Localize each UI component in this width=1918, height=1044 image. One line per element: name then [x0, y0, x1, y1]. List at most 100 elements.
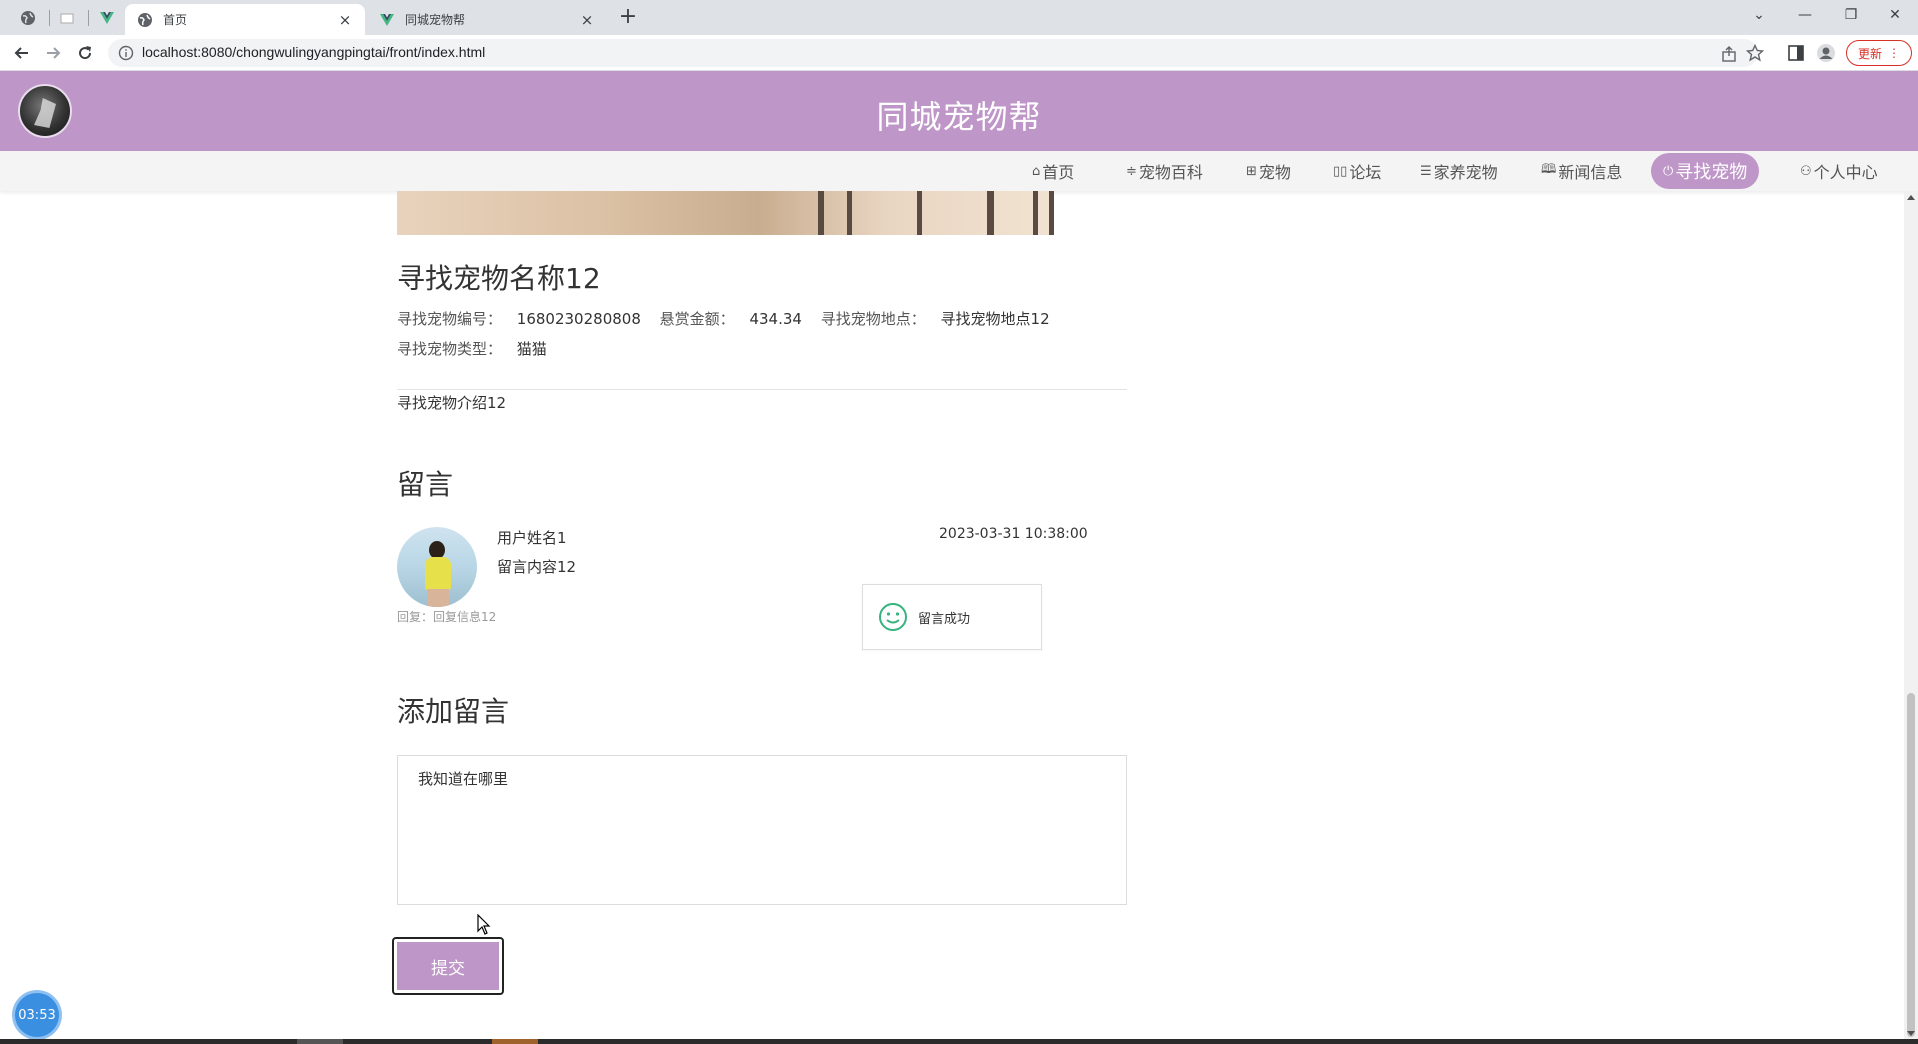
user-icon: ⚇	[1800, 163, 1812, 179]
success-toast: 留言成功	[862, 584, 1042, 650]
book-icon: 🕮	[1541, 162, 1557, 177]
comment-content: 留言内容12	[497, 558, 577, 576]
submit-focus-ring: 提交	[392, 937, 504, 995]
back-button[interactable]	[8, 39, 36, 67]
scroll-up-icon[interactable]	[1907, 195, 1915, 200]
nav-label: 宠物	[1258, 163, 1291, 182]
tab-separator	[49, 10, 50, 26]
nav-item-find-pet[interactable]: ⏻ 寻找宠物	[1651, 153, 1760, 189]
globe-icon	[21, 11, 35, 25]
profile-icon[interactable]	[1816, 43, 1836, 63]
smile-icon	[879, 603, 907, 631]
star-icon[interactable]	[1746, 44, 1764, 62]
scrollbar-thumb[interactable]	[1907, 693, 1915, 1037]
nav-label: 宠物百科	[1138, 163, 1203, 182]
close-window-icon[interactable]: ✕	[1872, 0, 1918, 30]
nav-label: 首页	[1042, 163, 1075, 182]
filter-icon: ≑	[1126, 163, 1137, 179]
divider	[397, 389, 1127, 390]
avatar	[397, 527, 477, 607]
number-value: 1680230280808	[516, 310, 641, 328]
reload-icon	[79, 46, 92, 60]
nav-label: 新闻信息	[1558, 163, 1623, 182]
pet-name: 寻找宠物名称12	[397, 262, 601, 295]
toast-message: 留言成功	[918, 611, 971, 627]
nav-label: 寻找宠物	[1675, 162, 1748, 183]
reward-label: 悬赏金额：	[659, 310, 735, 328]
comment-username: 用户姓名1	[497, 529, 567, 547]
reload-button[interactable]	[71, 39, 99, 67]
pinned-tab-globe[interactable]	[13, 6, 43, 30]
pet-meta-row-2: 寻找宠物类型： 猫猫	[397, 338, 547, 359]
close-tab-icon[interactable]: ×	[337, 12, 353, 28]
nav-item-forum[interactable]: ▯▯ 论坛	[1333, 151, 1381, 191]
nav-item-home-pets[interactable]: ☰ 家养宠物	[1420, 151, 1498, 191]
more-vert-icon: ⋮	[1888, 46, 1900, 60]
type-value: 猫猫	[516, 340, 547, 358]
pet-meta-row-1: 寻找宠物编号： 1680230280808 悬赏金额： 434.34 寻找宠物地…	[397, 308, 1050, 329]
mouse-cursor-icon	[477, 914, 491, 935]
back-arrow-icon	[14, 47, 28, 59]
globe-icon	[137, 12, 153, 28]
tab-site[interactable]: 同城宠物帮 ×	[367, 4, 607, 35]
new-tab-button[interactable]: +	[614, 6, 642, 30]
pinned-tab-blank[interactable]	[52, 6, 82, 30]
taskbar-strip	[0, 1039, 1918, 1044]
blank-page-icon	[60, 13, 74, 24]
update-button[interactable]: 更新 ⋮	[1846, 40, 1912, 66]
close-tab-icon[interactable]: ×	[579, 12, 595, 28]
reward-value: 434.34	[749, 310, 802, 328]
browser-tab-bar: 首页 × 同城宠物帮 × + ⌄ — ❐ ✕	[0, 0, 1918, 35]
nav-item-pet-encyclopedia[interactable]: ≑ 宠物百科	[1126, 151, 1203, 191]
number-label: 寻找宠物编号：	[397, 310, 503, 328]
location-value: 寻找宠物地点12	[940, 310, 1050, 328]
tab-home[interactable]: 首页 ×	[125, 4, 365, 35]
vue-icon	[379, 12, 395, 28]
info-icon[interactable]	[118, 45, 134, 61]
restore-icon[interactable]: ❐	[1828, 0, 1874, 30]
nav-item-pets[interactable]: ⊞ 宠物	[1246, 151, 1291, 191]
grid-icon: ⊞	[1246, 163, 1257, 179]
scroll-down-icon[interactable]	[1907, 1031, 1915, 1036]
pinned-tab-vue[interactable]	[92, 6, 122, 30]
layers-icon: ☰	[1420, 163, 1432, 179]
home-icon: ⌂	[1032, 163, 1041, 179]
nav-label: 论坛	[1349, 163, 1382, 182]
page-scrollbar[interactable]	[1904, 191, 1918, 1039]
tab-separator	[88, 10, 89, 26]
url-text: localhost:8080/chongwulingyangpingtai/fr…	[142, 44, 486, 60]
submit-button[interactable]: 提交	[397, 942, 499, 990]
share-icon[interactable]	[1720, 45, 1738, 63]
site-title: 同城宠物帮	[876, 98, 1042, 136]
vue-icon	[100, 12, 114, 24]
comment-time: 2023-03-31 10:38:00	[939, 526, 1088, 542]
power-icon: ⏻	[1663, 163, 1674, 179]
forward-arrow-icon	[47, 47, 61, 59]
nav-item-news[interactable]: 🕮 新闻信息	[1541, 151, 1622, 191]
browser-toolbar: localhost:8080/chongwulingyangpingtai/fr…	[0, 35, 1918, 71]
nav-label: 家养宠物	[1433, 163, 1498, 182]
tab-title: 首页	[163, 13, 188, 27]
tab-search-icon[interactable]: ⌄	[1736, 0, 1782, 30]
nav-label: 个人中心	[1813, 163, 1878, 182]
nav-item-home[interactable]: ⌂ 首页	[1032, 151, 1074, 191]
location-label: 寻找宠物地点：	[820, 310, 926, 328]
timer-badge: 03:53	[15, 993, 59, 1037]
site-header: 同城宠物帮	[0, 71, 1918, 151]
minimize-icon[interactable]: —	[1782, 0, 1828, 30]
update-label: 更新	[1857, 46, 1882, 61]
main-nav: ⌂ 首页 ≑ 宠物百科 ⊞ 宠物 ▯▯ 论坛 ☰ 家养宠物 🕮 新闻信息 ⏻ 寻…	[0, 151, 1918, 191]
type-label: 寻找宠物类型：	[397, 340, 503, 358]
forward-button[interactable]	[39, 39, 67, 67]
side-panel-icon[interactable]	[1786, 43, 1806, 63]
comments-heading: 留言	[397, 468, 454, 501]
nav-item-personal-center[interactable]: ⚇ 个人中心	[1800, 151, 1878, 191]
tab-title: 同城宠物帮	[405, 13, 466, 27]
address-bar[interactable]: localhost:8080/chongwulingyangpingtai/fr…	[108, 39, 1764, 67]
pet-image	[397, 191, 1054, 235]
pet-intro: 寻找宠物介绍12	[397, 394, 507, 412]
add-comment-heading: 添加留言	[397, 695, 510, 728]
columns-icon: ▯▯	[1333, 163, 1348, 179]
comment-reply: 回复：回复信息12	[397, 610, 497, 624]
comment-textarea[interactable]: 我知道在哪里	[397, 755, 1127, 905]
